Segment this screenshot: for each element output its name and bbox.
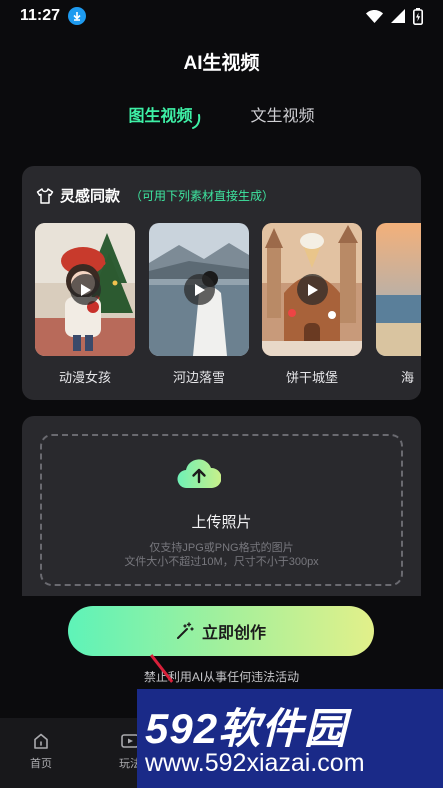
tab-image-to-video[interactable]: 图生视频 [128,102,200,129]
template-thumb-sea[interactable] [376,223,421,356]
tab-label: 图生视频 [128,108,193,125]
template-label: 饼干城堡 [285,370,338,385]
download-icon [68,7,87,25]
play-icon [184,274,215,305]
play-icon [297,274,328,305]
mode-tabs: 图生视频 文生视频 [0,102,443,129]
tab-label: 文生视频 [250,108,315,125]
template-thumb-cookie-castle[interactable] [262,223,362,356]
create-now-label: 立即创作 [201,625,266,642]
status-bar: 11:27 [0,0,443,32]
upload-title: 上传照片 [191,514,252,531]
template-label: 河边落雪 [172,370,225,385]
template-thumb-riverside-snow[interactable] [149,223,249,356]
shirt-icon [36,187,54,204]
watermark: 592软件园 www.592xiazai.com [137,689,443,788]
template-thumb-anime-girl[interactable] [35,223,135,356]
home-icon [34,733,48,749]
upload-hint-size: 文件大小不超过10M，尺寸不小于300px [124,556,319,568]
signal-icon [391,9,405,23]
active-tab-indicator [191,114,200,129]
template-label: 海 [401,370,415,385]
page-title: AI生视频 [183,53,260,74]
inspiration-header: 灵感同款 （可用下列素材直接生成） [36,185,274,206]
upload-card[interactable] [22,416,421,596]
battery-icon [413,7,423,25]
inspiration-card: 灵感同款 （可用下列素材直接生成） 动漫女孩 河边落雪 饼干城堡 海 [22,166,421,400]
status-time: 11:27 [20,7,61,24]
inspiration-title: 灵感同款 [60,188,121,205]
sea-image [376,223,421,356]
wifi-icon [366,9,383,23]
disclaimer-text: 禁止利用AI从事任何违法活动 [143,670,300,684]
tab-text-to-video[interactable]: 文生视频 [251,102,315,126]
nav-item-home[interactable]: 首页 [30,732,52,771]
watermark-url: www.592xiazai.com [145,749,365,777]
create-now-button[interactable]: 立即创作 [68,606,374,656]
watermark-logo-text: 592软件园 [145,705,348,752]
play-icon [70,274,101,305]
cloud-upload-icon [177,459,221,489]
nav-label: 首页 [30,758,52,770]
magic-wand-icon [176,622,194,639]
inspiration-subtitle: （可用下列素材直接生成） [130,189,275,203]
template-label: 动漫女孩 [58,370,111,385]
